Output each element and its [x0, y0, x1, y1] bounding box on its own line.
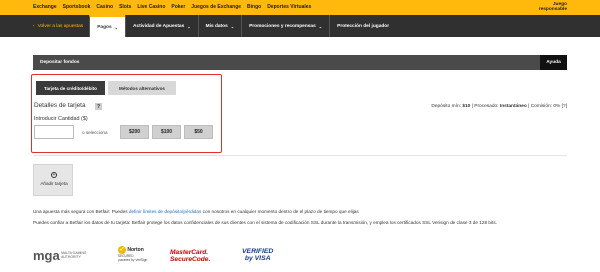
add-card-button[interactable]: + Añadir tarjeta — [33, 164, 73, 196]
chevron-down-icon: ⌄ — [114, 24, 118, 30]
nav-virtual-sports[interactable]: Deportes Virtuales — [267, 4, 311, 10]
question-icon[interactable]: ? — [95, 103, 102, 110]
tab-my-details[interactable]: Mis datos ⌄ — [197, 15, 241, 37]
nav-slots[interactable]: Slots — [119, 4, 131, 10]
amount-input[interactable] — [34, 125, 74, 139]
responsible-gaming-link[interactable]: Juego responsable — [533, 2, 567, 13]
tab-label: Protección del jugador — [337, 23, 390, 29]
nav-poker[interactable]: Poker — [171, 4, 185, 10]
amount-label: Introducir Cantidad ($) — [34, 116, 88, 122]
nav-exchange-games[interactable]: Juegos de Exchange — [191, 4, 241, 10]
amount-100-button[interactable]: $100 — [152, 125, 181, 139]
deposit-limits-info: Depósito mín: $10 | Procesado: Instantán… — [431, 104, 567, 109]
deposit-panel-header: Depositar fondos Ayuda — [33, 55, 567, 70]
product-links: Exchange Sportsbook Casino Slots Live Ca… — [33, 4, 311, 10]
norton-title: Norton — [127, 247, 144, 253]
norton-logo: ✓ Norton SECURED powered by VeriSign — [118, 246, 148, 262]
or-select-label: o selecciona — [82, 130, 108, 135]
tab-alternative-methods[interactable]: Métodos alternativos — [108, 81, 176, 95]
nav-sportsbook[interactable]: Sportsbook — [63, 4, 91, 10]
tab-label: Pagos — [97, 24, 112, 30]
checkmark-icon: ✓ — [118, 246, 126, 254]
tab-payments[interactable]: Pagos ⌄ — [89, 15, 125, 37]
mga-text: MALTA GAMING AUTHORITY — [61, 250, 87, 259]
page-title: Depositar fondos — [40, 60, 80, 65]
nav-casino[interactable]: Casino — [96, 4, 113, 10]
chevron-down-icon: ⌄ — [187, 23, 191, 29]
tab-player-protection[interactable]: Protección del jugador — [329, 15, 396, 37]
commission-help-link[interactable]: [?] — [562, 104, 567, 109]
chevron-down-icon: ⌄ — [230, 23, 235, 29]
mga-logo: mga MALTA GAMING AUTHORITY — [33, 248, 101, 263]
card-security-note: Puedes confiar a Betfair los datos de tu… — [33, 220, 497, 225]
processing-label: Procesado: — [474, 104, 499, 109]
top-navigation: Exchange Sportsbook Casino Slots Live Ca… — [0, 0, 600, 15]
divider — [33, 155, 567, 156]
amount-50-button[interactable]: $50 — [184, 125, 213, 139]
mastercard-securecode-logo: MasterCard. SecureCode. — [170, 249, 210, 263]
tab-label: Actividad de Apuestas — [132, 23, 185, 29]
min-deposit-label: Depósito mín: — [431, 104, 461, 109]
plus-icon: + — [51, 172, 57, 178]
note-text: con nosotros en cualquier momento dentro… — [202, 209, 359, 214]
min-deposit-value: $10 — [462, 104, 471, 109]
mga-mark: mga — [33, 248, 60, 263]
tab-credit-debit-card[interactable]: Tarjeta de crédito/débito — [36, 81, 105, 95]
chevron-down-icon: ⌄ — [318, 23, 323, 29]
nav-live-casino[interactable]: Live Casino — [137, 4, 165, 10]
norton-verisign: powered by VeriSign — [118, 258, 148, 262]
nav-exchange[interactable]: Exchange — [33, 4, 57, 10]
tab-label: Mis datos — [205, 23, 228, 29]
processing-value: Instantáneo — [499, 104, 527, 109]
deposit-limits-link[interactable]: definir límites de depósito/pérdidas — [129, 209, 201, 214]
tab-betting-activity[interactable]: Actividad de Apuestas ⌄ — [124, 15, 198, 37]
verified-by-visa-logo: VERIFIED by VISA — [242, 248, 273, 263]
commission-label: Comisión: — [530, 104, 553, 109]
mastercard-line2: SecureCode. — [170, 256, 211, 263]
back-link-label: Volver a las apuestas — [37, 23, 84, 29]
tab-label: Promociones y recompensas — [249, 23, 316, 29]
amount-200-button[interactable]: $200 — [120, 125, 149, 139]
back-to-betting-link[interactable]: ‹ Volver a las apuestas — [33, 15, 89, 37]
chevron-left-icon: ‹ — [33, 23, 35, 29]
help-button[interactable]: Ayuda — [540, 55, 567, 70]
mastercard-line1: MasterCard. — [170, 249, 209, 256]
visa-line2: by VISA — [244, 254, 271, 262]
security-logos: mga MALTA GAMING AUTHORITY ✓ Norton SECU… — [33, 246, 293, 270]
account-navigation: ‹ Volver a las apuestas Pagos ⌄ Activida… — [0, 15, 600, 37]
card-details-heading: Detalles de tarjeta — [34, 102, 86, 109]
safer-betting-note: Una apuesta más segura con Betfair: Pued… — [33, 209, 359, 214]
add-card-label: Añadir tarjeta — [40, 181, 68, 186]
nav-bingo[interactable]: Bingo — [247, 4, 261, 10]
tab-promotions[interactable]: Promociones y recompensas ⌄ — [241, 15, 329, 37]
commission-value: 0% — [553, 104, 561, 109]
note-text: Una apuesta más segura con Betfair: Pued… — [33, 209, 128, 214]
